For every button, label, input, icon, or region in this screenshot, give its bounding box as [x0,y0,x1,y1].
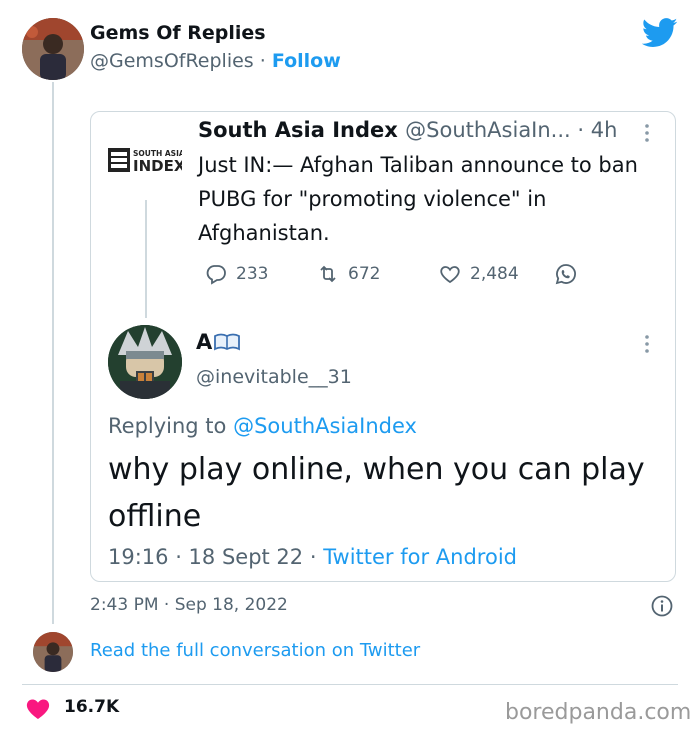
south-asia-index-logo[interactable]: SOUTH ASIA INDEX [108,146,186,175]
separator: · [259,50,266,72]
reply-author-name[interactable]: A [196,330,212,354]
reply-author-name-line: A [196,330,241,354]
like-count: 16.7K [64,697,120,717]
author-avatar[interactable] [22,18,84,80]
replying-prefix: Replying to [108,414,227,438]
book-emoji-icon [214,333,241,351]
whatsapp-icon [555,264,576,285]
author-name[interactable]: Gems Of Replies [90,22,266,44]
whatsapp-share[interactable] [554,262,578,286]
heart-icon[interactable] [26,698,50,720]
replying-to-line: Replying to @SouthAsiaIndex [108,414,417,438]
like-count-quoted: 2,484 [470,264,519,284]
reply-time-date[interactable]: 19:16 · 18 Sept 22 · [108,545,323,569]
retweet-stat[interactable]: 672 [316,262,380,286]
reply-meta: 19:16 · 18 Sept 22 · Twitter for Android [108,545,517,569]
retweet-icon [320,265,336,283]
author-handle[interactable]: @GemsOfReplies [90,50,254,72]
quoted-author-line: South Asia Index @SouthAsiaIn... · 4h [198,118,617,142]
follow-button[interactable]: Follow [272,50,341,72]
quoted-handle-time[interactable]: @SouthAsiaIn... · 4h [405,118,617,142]
more-icon[interactable] [640,122,654,144]
like-icon [440,266,460,284]
thread-line [52,82,54,624]
reply-stat[interactable]: 233 [204,262,268,286]
reply-icon [206,265,226,285]
like-stat[interactable]: 2,484 [438,262,519,286]
twitter-bird-icon[interactable] [641,18,678,48]
reply-author-handle[interactable]: @inevitable__31 [196,366,352,388]
author-handle-line: @GemsOfReplies · Follow [90,50,341,72]
reply-count: 233 [236,264,269,284]
quoted-tweet-text: Just IN:— Afghan Taliban announce to ban… [198,153,638,245]
reply-source-link[interactable]: Twitter for Android [323,545,517,569]
svg-text:INDEX: INDEX [133,157,182,174]
reply-author-avatar[interactable] [108,325,182,399]
quoted-author-name[interactable]: South Asia Index [198,118,398,142]
retweet-count: 672 [348,264,381,284]
quoted-thread-line [145,200,147,318]
watermark: boredpanda.com [505,700,692,725]
small-author-avatar[interactable] [33,632,73,672]
info-icon[interactable] [650,594,674,618]
reply-more-icon[interactable] [640,333,654,355]
divider [22,684,678,685]
tweet-timestamp[interactable]: 2:43 PM · Sep 18, 2022 [90,595,288,615]
read-full-conversation-link[interactable]: Read the full conversation on Twitter [90,640,420,661]
reply-text: why play online, when you can play offli… [108,452,645,534]
replying-to-link[interactable]: @SouthAsiaIndex [233,414,417,438]
